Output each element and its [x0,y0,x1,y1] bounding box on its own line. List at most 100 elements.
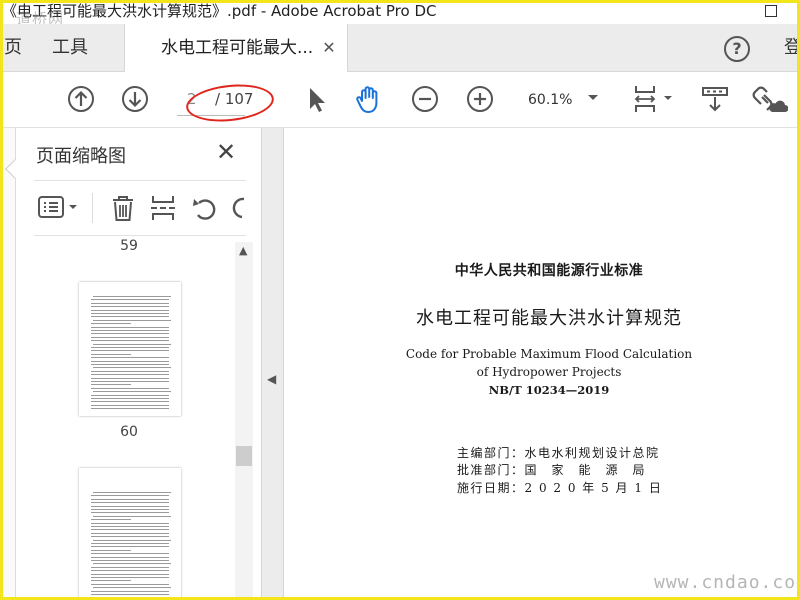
scroll-mode-icon[interactable] [700,84,730,114]
approved-by: 批准部门：国 家 能 源 局 [457,463,647,477]
hand-tool-icon[interactable] [354,84,384,114]
login-button[interactable]: 登 [784,24,800,72]
thumbnail-text-line [91,498,169,500]
tab-bar: 页 工具 水电工程可能最大... ✕ ? 登 [0,24,800,72]
tab-document-label: 水电工程可能最大... [161,38,314,58]
extract-pages-icon[interactable] [148,193,178,223]
thumbnail-text-line [91,398,169,399]
delete-page-icon[interactable] [108,193,138,223]
thumbnail-text-line [91,401,169,403]
zoom-out-icon[interactable] [410,84,440,114]
thumbnail-text-line [91,546,169,548]
thumbnail-text-line [91,566,169,568]
document-page: 中华人民共和国能源行业标准 水电工程可能最大洪水计算规范 Code for Pr… [284,128,800,600]
chevron-down-icon [588,95,598,100]
thumbnail-page[interactable] [79,282,181,416]
thumbnail-text-line [91,381,169,382]
thumbnail-page[interactable] [79,468,181,600]
thumbnail-text-line [91,353,131,355]
thumbnail-text-line [91,509,169,510]
page-fit-icon[interactable] [632,84,676,114]
thumbnail-text-line [91,326,169,328]
thumbnail-text-line [91,549,131,551]
thumbnail-text-line [91,347,169,348]
thumbnail-options-icon[interactable] [36,193,82,223]
thumbnail-text-line [93,343,171,345]
thumbnail-page-number: 59 [120,238,138,254]
document-title-en-line2: of Hydropower Projects [476,365,622,379]
thumbnail-text-line [91,590,169,592]
thumbnail-text-line [91,333,169,335]
tab-tools[interactable]: 工具 [52,24,88,72]
thumbnail-text-line [91,556,169,558]
tab-close-icon[interactable]: ✕ [321,40,337,56]
title-bar: 《电工程可能最大洪水计算规范》.pdf - Adobe Acrobat Pro … [0,0,800,24]
thumbnail-text-line [91,522,169,524]
thumbnail-text-line [91,370,169,372]
thumbnail-text-line [91,408,169,410]
thumbnail-text-line [91,577,169,578]
thumbnail-text-line [91,299,169,301]
thumbnail-text-line [93,319,171,321]
rotate-ccw-icon[interactable] [190,193,220,223]
thumbnail-text-line [91,340,169,342]
watermark-logo: 道桥网 [16,10,65,24]
thumbnail-text-line [91,519,131,521]
thumbnail-text-line [93,515,171,517]
scroll-up-icon[interactable]: ▲ [239,244,247,257]
previous-page-icon[interactable] [66,84,96,114]
thumbnail-text-line [91,316,169,318]
zoom-in-icon[interactable] [465,84,495,114]
panel-collapse-strip[interactable]: ◀ [262,128,284,600]
thumbnail-text-line [93,296,171,297]
thumbnail-text-line [91,387,169,389]
thumbnail-text-line [91,529,169,531]
site-watermark: www.cndao.com [654,572,800,593]
tab-document[interactable]: 水电工程可能最大... ✕ [124,24,348,72]
thumbnail-text-line [91,543,169,544]
thumbnail-text-line [91,536,169,538]
thumbnail-text-line [91,394,169,396]
thumbnail-text-line [91,526,169,527]
thumbnail-text-line [91,512,169,514]
thumbnail-panel: 页面缩略图 ✕ 59 60 ▲ [0,128,262,600]
thumbnail-text-line [91,532,169,534]
rotate-cw-icon[interactable] [232,193,246,223]
thumbnail-text-line [91,302,169,304]
scroll-thumb[interactable] [236,446,252,466]
thumbnail-text-line [91,336,169,338]
panel-toolbar [34,180,246,236]
compiled-by: 主编部门：水电水利规划设计总院 [457,446,660,460]
thumbnail-text-line [91,377,169,379]
thumbnail-text-line [93,391,171,393]
zoom-dropdown[interactable]: 60.1% [518,90,604,112]
thumbnail-scrollbar[interactable]: ▲ [235,242,253,600]
thumbnail-text-line [91,404,169,406]
effective-date: 施行日期：2 0 2 0 年 5 月 1 日 [457,481,663,495]
thumbnail-text-line [93,492,171,493]
next-page-icon[interactable] [120,84,150,114]
tab-home[interactable]: 页 [4,24,22,72]
select-cursor-icon[interactable] [302,84,332,114]
share-link-icon[interactable] [752,84,788,114]
maximize-icon [765,5,777,17]
thumbnail-text-line [91,360,169,362]
thumbnail-text-line [91,570,169,572]
zoom-value: 60.1% [528,92,573,108]
standard-category: 中华人民共和国能源行业标准 [454,263,644,279]
thumbnail-text-line [91,350,169,352]
document-title-cn: 水电工程可能最大洪水计算规范 [416,308,682,329]
standard-code: NB/T 10234—2019 [488,383,610,397]
thumbnail-text-line [91,597,169,599]
collapse-arrow-icon[interactable]: ◀ [267,372,276,386]
thumbnail-text-line [91,309,169,311]
thumbnail-text-line [91,357,169,359]
panel-close-icon[interactable]: ✕ [216,140,236,164]
window-title: 《电工程可能最大洪水计算规范》.pdf - Adobe Acrobat Pro … [2,2,437,20]
help-icon[interactable]: ? [724,36,750,62]
thumbnail-text-line [91,580,131,582]
thumbnail-text-line [91,306,169,308]
maximize-button[interactable] [756,0,786,22]
toolbar: 2 / 107 60.1% [0,72,800,128]
panel-title: 页面缩略图 [36,146,126,167]
